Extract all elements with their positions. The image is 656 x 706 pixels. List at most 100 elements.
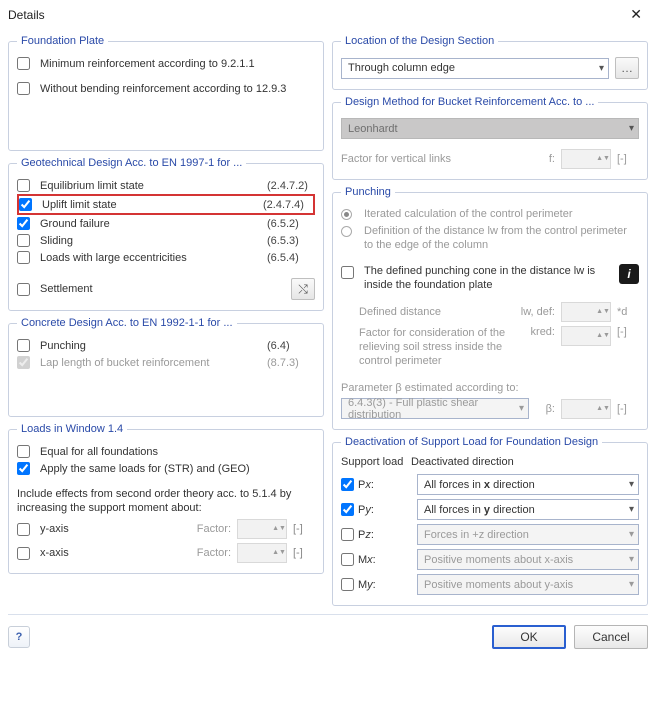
ref-lap-length: (8.7.3) [267,357,315,369]
chk-loads-ecc[interactable] [17,251,30,264]
select-my: Positive moments about y-axis ▾ [417,574,639,595]
settlement-options-button[interactable]: ⤭ [291,278,315,300]
lbl-no-bending: Without bending reinforcement according … [40,83,315,95]
chevron-down-icon: ▾ [519,403,524,414]
legend-deactivation: Deactivation of Support Load for Foundat… [341,436,602,448]
select-my-value: Positive moments about y-axis [424,579,573,591]
lbl-min-reinforcement: Minimum reinforcement according to 9.2.1… [40,58,315,70]
lbl-settlement: Settlement [40,283,285,295]
lbl-equilibrium: Equilibrium limit state [40,180,261,192]
group-foundation-plate: Foundation Plate Minimum reinforcement a… [8,35,324,151]
lbl-y-axis: y-axis [40,523,191,535]
group-punching: Punching Iterated calculation of the con… [332,186,648,430]
ref-ground-failure: (6.5.2) [267,218,315,230]
group-deactivation: Deactivation of Support Load for Foundat… [332,436,648,606]
key-kred: kred: [513,326,555,338]
lbl-loads-ecc: Loads with large eccentricities [40,252,261,264]
chevron-down-icon: ▾ [629,529,634,540]
chk-x-axis[interactable] [17,547,30,560]
chk-min-reinforcement[interactable] [17,57,30,70]
key-lwdef: lw, def: [513,306,555,318]
lbl-ground-failure: Ground failure [40,218,261,230]
chevron-down-icon: ▾ [629,554,634,565]
lbl-px: Px: [358,479,374,491]
help-button[interactable]: ? [8,626,30,648]
lbl-relieve: Factor for consideration of the relievin… [359,326,507,368]
select-px[interactable]: All forces in x direction ▾ [417,474,639,495]
legend-loads14: Loads in Window 1.4 [17,423,127,435]
select-mx: Positive moments about x-axis ▾ [417,549,639,570]
lbl-second-order: Include effects from second order theory… [17,487,315,515]
lbl-equal-foundations: Equal for all foundations [40,446,315,458]
spin-kred: ▲▼ [561,326,611,346]
legend-concrete: Concrete Design Acc. to EN 1992-1-1 for … [17,317,237,329]
chk-pz[interactable] [341,528,354,541]
chk-py[interactable] [341,503,354,516]
key-f: f: [521,153,555,165]
group-location: Location of the Design Section Through c… [332,35,648,90]
cancel-button[interactable]: Cancel [574,625,648,649]
unit-f: [-] [617,153,639,165]
lbl-py: Py: [358,504,374,516]
chevron-down-icon: ▾ [629,479,634,490]
lbl-iterated: Iterated calculation of the control peri… [364,208,639,220]
chk-same-str-geo[interactable] [17,462,30,475]
chk-uplift[interactable] [19,198,32,211]
select-py[interactable]: All forces in y direction▾ [417,499,639,520]
lbl-factor-y: Factor: [197,523,231,535]
chk-mx[interactable] [341,553,354,566]
legend-location: Location of the Design Section [341,35,498,47]
ref-equilibrium: (2.4.7.2) [267,180,315,192]
select-design-section[interactable]: Through column edge ▾ [341,58,609,79]
select-py-value: All forces in y direction [424,504,535,516]
key-beta: β: [535,403,555,415]
chk-my[interactable] [341,578,354,591]
chk-px[interactable] [341,478,354,491]
unit-beta: [-] [617,403,639,415]
ref-punching-conc: (6.4) [267,340,315,352]
ok-button[interactable]: OK [492,625,566,649]
titlebar: Details ✕ [0,0,656,29]
unit-factor-x: [-] [293,547,315,559]
chk-punching-conc[interactable] [17,339,30,352]
info-icon[interactable]: i [619,264,639,284]
close-icon[interactable]: ✕ [624,6,648,23]
select-pz: Forces in +z direction ▾ [417,524,639,545]
ref-sliding: (6.5.3) [267,235,315,247]
lbl-factor-x: Factor: [197,547,231,559]
group-geotech: Geotechnical Design Acc. to EN 1997-1 fo… [8,157,324,311]
lbl-cone-inside: The defined punching cone in the distanc… [364,264,613,292]
lbl-lap-length: Lap length of bucket reinforcement [40,357,261,369]
location-more-button[interactable]: … [615,57,639,79]
chk-sliding[interactable] [17,234,30,247]
lbl-sliding: Sliding [40,235,261,247]
spin-factor-y: ▲▼ [237,519,287,539]
legend-geotech: Geotechnical Design Acc. to EN 1997-1 fo… [17,157,246,169]
unit-factor-y: [-] [293,523,315,535]
chk-lap-length [17,356,30,369]
select-mx-value: Positive moments about x-axis [424,554,573,566]
window-title: Details [8,8,45,22]
select-pz-value: Forces in +z direction [424,529,529,541]
hdr-support-load: Support load [341,456,411,468]
lbl-factor-vlinks: Factor for vertical links [341,153,515,165]
chk-settlement[interactable] [17,283,30,296]
chk-equilibrium[interactable] [17,179,30,192]
select-px-value: All forces in x direction [424,479,535,491]
unit-lwdef: *d [617,306,639,318]
lbl-punching-conc: Punching [40,340,261,352]
chk-y-axis[interactable] [17,523,30,536]
chk-equal-foundations[interactable] [17,445,30,458]
lbl-beta: Parameter β estimated according to: [341,382,639,394]
lbl-x-axis: x-axis [40,547,191,559]
lbl-defined-distance: Defined distance [359,306,507,318]
spin-factor-x: ▲▼ [237,543,287,563]
lbl-mx: Mx: [358,554,376,566]
chk-no-bending[interactable] [17,82,30,95]
select-design-section-value: Through column edge [348,62,455,74]
chk-cone-inside[interactable] [341,266,354,279]
chevron-down-icon: ▾ [629,579,634,590]
legend-foundation-plate: Foundation Plate [17,35,108,47]
chevron-down-icon: ▾ [599,63,604,74]
chk-ground-failure[interactable] [17,217,30,230]
